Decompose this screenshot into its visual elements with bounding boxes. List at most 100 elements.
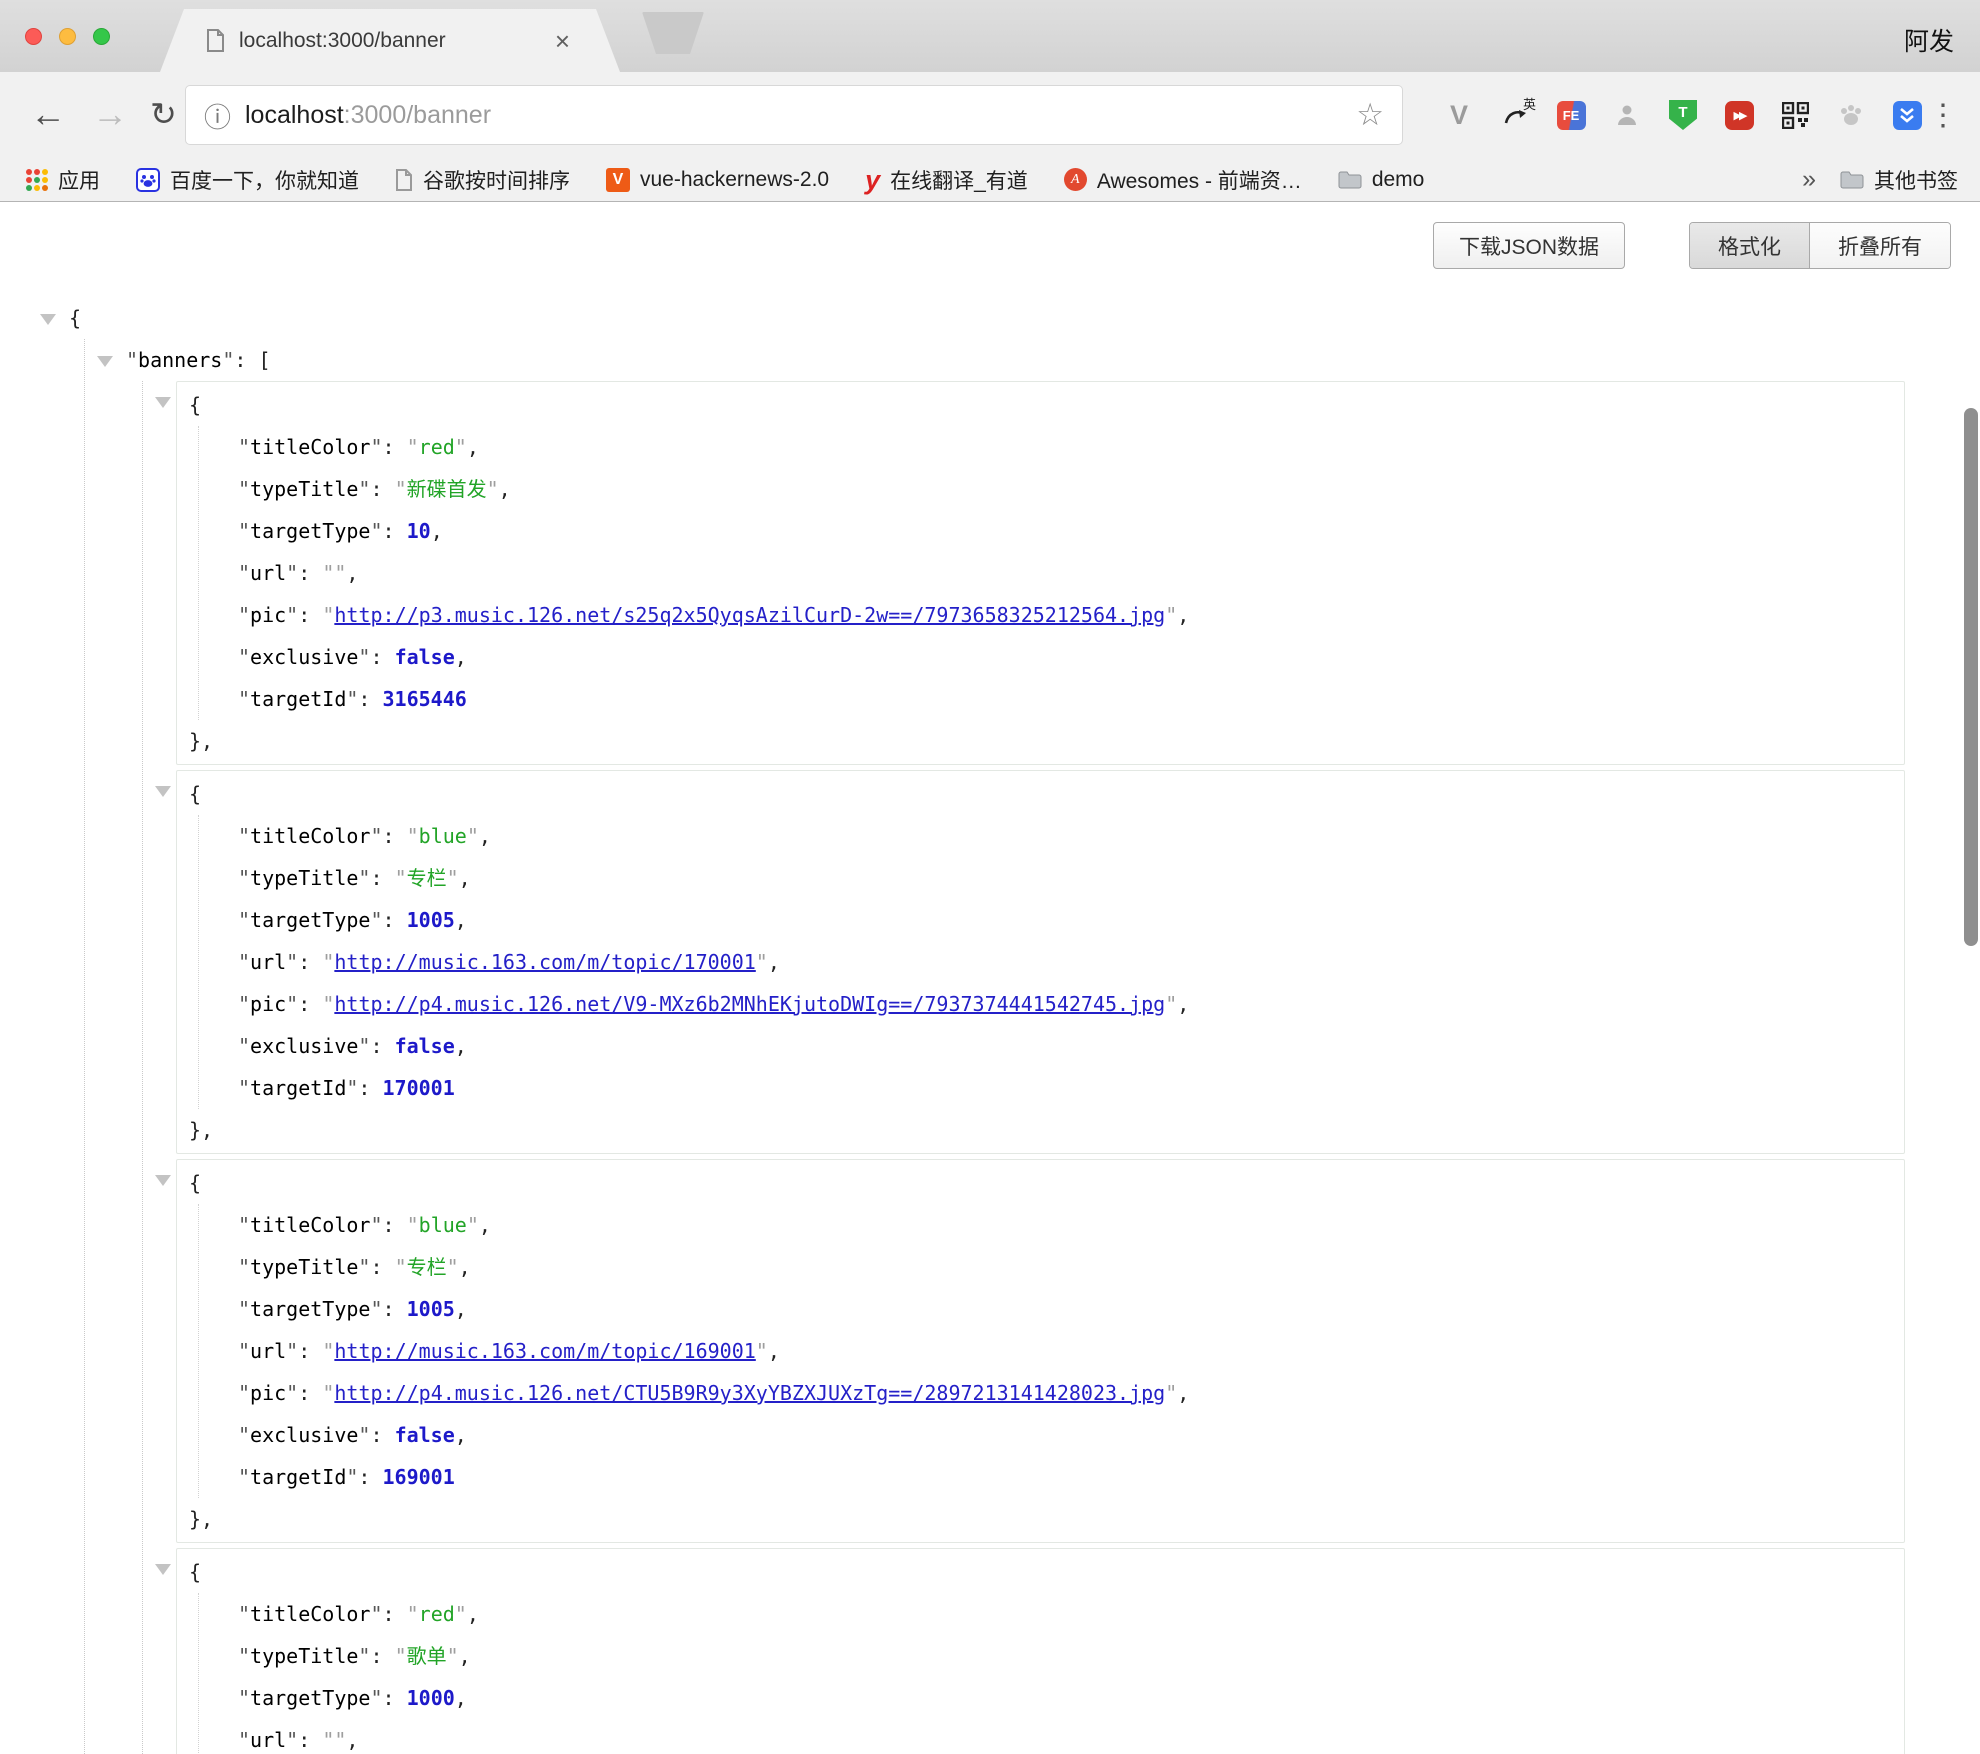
json-value: 169001 bbox=[383, 1465, 455, 1489]
bookmark-item[interactable]: 百度一下，你就知道 bbox=[136, 165, 359, 195]
vertical-scrollbar-thumb[interactable] bbox=[1964, 408, 1978, 946]
json-value: red bbox=[419, 1602, 455, 1626]
bookmark-item[interactable]: AAwesomes - 前端资… bbox=[1064, 165, 1302, 195]
bookmarks-overflow-icon[interactable]: » bbox=[1802, 165, 1816, 194]
json-property-line: "url": "", bbox=[199, 1719, 1904, 1754]
collapse-triangle-icon[interactable] bbox=[155, 397, 171, 408]
json-property-line: "url": "http://music.163.com/m/topic/170… bbox=[199, 941, 1904, 983]
json-property-line: "titleColor": "blue", bbox=[199, 815, 1904, 857]
json-value: 3165446 bbox=[383, 687, 467, 711]
page-icon bbox=[206, 29, 225, 53]
youdao-icon: y bbox=[865, 168, 880, 192]
url-host: localhost bbox=[245, 101, 344, 130]
json-link[interactable]: http://p3.music.126.net/s25q2x5QyqsAzilC… bbox=[334, 603, 1165, 627]
page-icon bbox=[395, 169, 413, 191]
json-property-line: "typeTitle": "歌单", bbox=[199, 1635, 1904, 1677]
address-bar[interactable]: ⓘ localhost :3000/banner ☆ bbox=[185, 85, 1403, 145]
person-icon[interactable] bbox=[1612, 100, 1642, 130]
json-property-line: "targetType": 1005, bbox=[199, 1288, 1904, 1330]
browser-toolbar: ← → ↻ ⓘ localhost :3000/banner ☆ V英 FE T ▶▶… bbox=[0, 72, 1980, 158]
download-json-button[interactable]: 下载JSON数据 bbox=[1433, 222, 1625, 269]
browser-menu-icon[interactable]: ⋮ bbox=[1928, 98, 1958, 133]
json-property-line: "exclusive": false, bbox=[199, 636, 1904, 678]
forward-icon[interactable]: → bbox=[92, 88, 128, 140]
collapse-triangle-icon[interactable] bbox=[97, 356, 113, 367]
json-key: url bbox=[250, 950, 286, 974]
json-key: banners bbox=[138, 348, 222, 372]
collapse-triangle-icon[interactable] bbox=[155, 1564, 171, 1575]
bookmark-item[interactable]: demo bbox=[1338, 168, 1425, 192]
window-zoom-button[interactable] bbox=[93, 28, 110, 45]
json-property-line: "url": "", bbox=[199, 552, 1904, 594]
tab-title: localhost:3000/banner bbox=[239, 29, 555, 53]
json-value: blue bbox=[419, 1213, 467, 1237]
json-link[interactable]: http://music.163.com/m/topic/169001 bbox=[334, 1339, 755, 1363]
json-link[interactable]: http://p4.music.126.net/CTU5B9R9y3XyYBZX… bbox=[334, 1381, 1165, 1405]
json-key: typeTitle bbox=[250, 1255, 358, 1279]
blue-chevrons-icon[interactable] bbox=[1892, 100, 1922, 130]
reload-icon[interactable]: ↻ bbox=[150, 88, 177, 140]
json-key: targetType bbox=[250, 519, 370, 543]
vimium-v-icon[interactable]: V bbox=[1444, 100, 1474, 130]
bookmark-item[interactable]: 谷歌按时间排序 bbox=[395, 165, 570, 195]
green-shield-icon[interactable]: T bbox=[1668, 100, 1698, 130]
tab-strip: localhost:3000/banner × 阿发 bbox=[0, 0, 1980, 72]
json-property-line: "titleColor": "red", bbox=[199, 426, 1904, 468]
json-property-line: "typeTitle": "专栏", bbox=[199, 1246, 1904, 1288]
bookmarks-right: » 其他书签 bbox=[1802, 165, 1958, 195]
json-value: 1005 bbox=[407, 1297, 455, 1321]
json-property-line: "titleColor": "red", bbox=[199, 1593, 1904, 1635]
json-link[interactable]: http://music.163.com/m/topic/170001 bbox=[334, 950, 755, 974]
new-tab-button[interactable] bbox=[642, 12, 704, 54]
json-property-line: "exclusive": false, bbox=[199, 1414, 1904, 1456]
back-icon[interactable]: ← bbox=[30, 88, 66, 140]
json-key: exclusive bbox=[250, 1423, 358, 1447]
json-key: targetType bbox=[250, 1686, 370, 1710]
json-key: url bbox=[250, 561, 286, 585]
fe-helper-icon[interactable]: FE bbox=[1556, 100, 1586, 130]
profile-name[interactable]: 阿发 bbox=[1904, 22, 1954, 58]
video-download-icon[interactable]: ▶▶ bbox=[1724, 100, 1754, 130]
json-key: pic bbox=[250, 992, 286, 1016]
bookmark-label: Awesomes - 前端资… bbox=[1097, 165, 1302, 195]
json-value: 1000 bbox=[407, 1686, 455, 1710]
json-property-line: "targetType": 1000, bbox=[199, 1677, 1904, 1719]
json-key: targetType bbox=[250, 1297, 370, 1321]
vue-icon: V bbox=[606, 168, 630, 192]
json-value: false bbox=[395, 1034, 455, 1058]
window-controls bbox=[25, 28, 110, 45]
collapse-triangle-icon[interactable] bbox=[155, 786, 171, 797]
folder-icon bbox=[1840, 170, 1864, 189]
tab-close-icon[interactable]: × bbox=[555, 28, 570, 54]
site-info-icon[interactable]: ⓘ bbox=[204, 96, 231, 135]
collapse-all-button[interactable]: 折叠所有 bbox=[1810, 223, 1950, 268]
bookmark-item[interactable]: y在线翻译_有道 bbox=[865, 165, 1028, 195]
collapse-triangle-icon[interactable] bbox=[155, 1175, 171, 1186]
bookmark-star-icon[interactable]: ☆ bbox=[1356, 97, 1384, 133]
qr-code-icon[interactable] bbox=[1780, 100, 1810, 130]
paw-icon[interactable] bbox=[1836, 100, 1866, 130]
json-value: 170001 bbox=[383, 1076, 455, 1100]
baidu-paw-icon bbox=[136, 168, 160, 192]
json-key: titleColor bbox=[250, 824, 370, 848]
json-value: 1005 bbox=[407, 908, 455, 932]
json-property-line: "typeTitle": "新碟首发", bbox=[199, 468, 1904, 510]
other-bookmarks-folder[interactable]: 其他书签 bbox=[1840, 165, 1958, 195]
json-root-line: { bbox=[0, 297, 1980, 339]
json-banners-line: "banners": [ bbox=[85, 339, 1980, 381]
json-tree: {"banners": [{"titleColor": "red","typeT… bbox=[0, 297, 1980, 1754]
browser-tab[interactable]: localhost:3000/banner × bbox=[160, 9, 620, 72]
json-key: titleColor bbox=[250, 1602, 370, 1626]
bookmark-item[interactable]: 应用 bbox=[26, 165, 100, 195]
format-button[interactable]: 格式化 bbox=[1690, 223, 1810, 268]
json-key: exclusive bbox=[250, 1034, 358, 1058]
window-minimize-button[interactable] bbox=[59, 28, 76, 45]
translate-pen-icon[interactable]: 英 bbox=[1500, 100, 1530, 130]
view-mode-group: 格式化 折叠所有 bbox=[1689, 222, 1951, 269]
window-close-button[interactable] bbox=[25, 28, 42, 45]
bookmarks-list: 应用 百度一下，你就知道 谷歌按时间排序 Vvue-hackernews-2.0 y… bbox=[26, 165, 1424, 195]
collapse-triangle-icon[interactable] bbox=[40, 314, 56, 325]
json-key: url bbox=[250, 1728, 286, 1752]
json-link[interactable]: http://p4.music.126.net/V9-MXz6b2MNhEKju… bbox=[334, 992, 1165, 1016]
bookmark-item[interactable]: Vvue-hackernews-2.0 bbox=[606, 168, 829, 192]
